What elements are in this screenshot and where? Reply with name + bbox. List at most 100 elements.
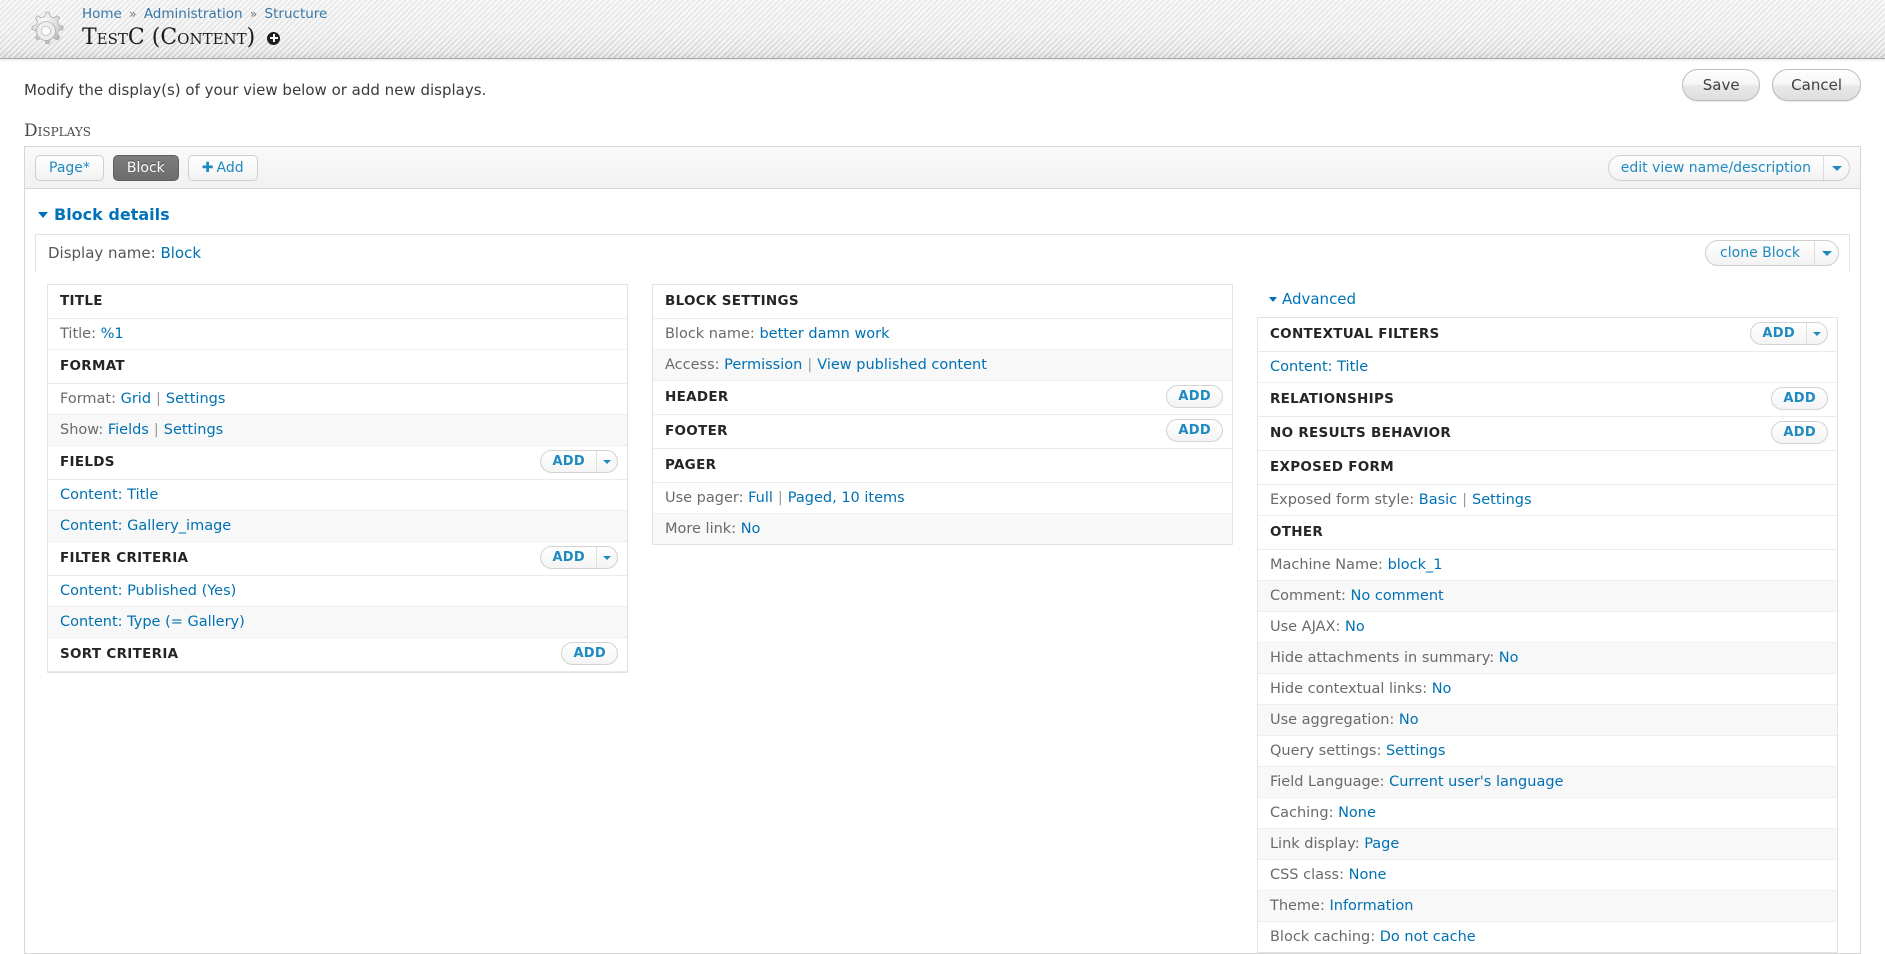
breadcrumb-item-structure[interactable]: Structure xyxy=(265,6,328,22)
display-tab-bar: Page* Block ✚ Add edit view name/descript… xyxy=(25,147,1860,189)
tab-page[interactable]: Page* xyxy=(35,154,104,181)
row-label: Query settings: xyxy=(1269,743,1386,759)
breadcrumb-item-home[interactable]: Home xyxy=(82,6,122,22)
row-link-paged-10-items[interactable]: Paged, 10 items xyxy=(788,490,905,506)
row-link-page[interactable]: Page xyxy=(1364,836,1399,852)
row-separator: | xyxy=(777,490,783,506)
row-link-better-damn-work[interactable]: better damn work xyxy=(759,326,889,342)
row-link-no[interactable]: No xyxy=(1432,681,1452,697)
bucket-row-block-settings: Block name: better damn work xyxy=(652,319,1232,350)
chevron-down-icon[interactable] xyxy=(1805,323,1827,344)
row-separator: | xyxy=(1462,492,1468,508)
row-link-no[interactable]: No xyxy=(1399,712,1419,728)
row-link-content-title[interactable]: Content: Title xyxy=(60,487,158,503)
bucket-heading-filter-criteria: FILTER CRITERIA Add xyxy=(48,542,627,576)
display-name-label: Display name: xyxy=(48,244,156,262)
chevron-down-icon[interactable] xyxy=(595,451,617,472)
add-button-sort-criteria[interactable]: Add xyxy=(561,642,618,665)
save-button[interactable]: Save xyxy=(1682,69,1761,101)
clone-display-button[interactable]: clone Block xyxy=(1705,240,1839,266)
bucket-heading-header: HEADER Add xyxy=(652,381,1232,415)
add-button-fields[interactable]: Add xyxy=(540,450,618,473)
bucket-row-filter-criteria: Content: Type (= Gallery) xyxy=(48,607,627,638)
row-link-settings[interactable]: Settings xyxy=(166,391,225,407)
page-header: Home » Administration » Structure TestC … xyxy=(0,0,1885,62)
gear-icon xyxy=(31,11,64,44)
row-link-content-type-gallery[interactable]: Content: Type (= Gallery) xyxy=(60,614,245,630)
row-link-1[interactable]: %1 xyxy=(101,326,124,342)
chevron-down-icon[interactable] xyxy=(1823,156,1849,180)
chevron-down-icon[interactable] xyxy=(1814,241,1838,265)
row-link-basic[interactable]: Basic xyxy=(1419,492,1457,508)
bucket-row-other: Comment: No comment xyxy=(1257,581,1837,612)
bucket-row-other: Link display: Page xyxy=(1257,829,1837,860)
display-name-value[interactable]: Block xyxy=(160,244,201,262)
plus-circle-icon[interactable] xyxy=(267,31,281,45)
row-link-permission[interactable]: Permission xyxy=(724,357,802,373)
row-link-full[interactable]: Full xyxy=(748,490,773,506)
add-button-no-results-behavior[interactable]: Add xyxy=(1771,421,1828,444)
add-button-footer[interactable]: Add xyxy=(1166,419,1223,442)
block-details-toggle[interactable]: Block details xyxy=(35,203,1850,234)
row-link-block-1[interactable]: block_1 xyxy=(1388,557,1443,573)
row-link-settings[interactable]: Settings xyxy=(1472,492,1531,508)
row-link-settings[interactable]: Settings xyxy=(1386,743,1445,759)
row-link-no[interactable]: No xyxy=(741,521,761,537)
add-button-label: Add xyxy=(1178,389,1211,404)
bucket-row-block-settings: Access: Permission | View published conten… xyxy=(652,350,1232,381)
breadcrumb-separator: » xyxy=(249,7,258,21)
row-link-no[interactable]: No xyxy=(1499,650,1519,666)
row-link-do-not-cache[interactable]: Do not cache xyxy=(1380,929,1476,945)
display-name-row: Display name: Block clone Block xyxy=(35,234,1850,272)
bucket-row-other: Query settings: Settings xyxy=(1257,736,1837,767)
tab-block[interactable]: Block xyxy=(112,154,179,181)
add-button-label: Add xyxy=(1178,423,1211,438)
add-button-filter-criteria[interactable]: Add xyxy=(540,546,618,569)
row-label: Machine Name: xyxy=(1269,557,1388,573)
advanced-label: Advanced xyxy=(1281,290,1357,308)
row-link-content-gallery-image[interactable]: Content: Gallery_image xyxy=(60,518,231,534)
page-title-text: TestC (Content) xyxy=(82,25,256,50)
row-link-none[interactable]: None xyxy=(1338,805,1376,821)
bucket-row-other: Use aggregation: No xyxy=(1257,705,1837,736)
bucket-row-exposed-form: Exposed form style: Basic | Settings xyxy=(1257,485,1837,516)
chevron-down-icon[interactable] xyxy=(595,547,617,568)
row-label: Access: xyxy=(664,357,725,373)
bucket-row-other: Caching: None xyxy=(1257,798,1837,829)
row-label: Title: xyxy=(60,326,101,342)
cancel-button[interactable]: Cancel xyxy=(1772,69,1861,101)
intro-row: Modify the display(s) of your view below… xyxy=(0,59,1885,121)
bucket-row-other: Field Language: Current user's language xyxy=(1257,767,1837,798)
bucket-row-format: Format: Grid | Settings xyxy=(48,384,627,415)
edit-view-name-description-button[interactable]: edit view name/description xyxy=(1607,155,1850,181)
plus-icon: ✚ xyxy=(201,159,214,176)
row-link-view-published-content[interactable]: View published content xyxy=(817,357,987,373)
bucket-row-other: Hide contextual links: No xyxy=(1257,674,1837,705)
bucket-heading-pager: PAGER xyxy=(652,449,1232,483)
panel-right: CONTEXTUAL FILTERS Add Content: Title RELAT… xyxy=(1256,317,1838,953)
add-button-contextual-filters[interactable]: Add xyxy=(1750,322,1828,345)
add-display-button[interactable]: ✚ Add xyxy=(187,154,258,181)
breadcrumb-item-administration[interactable]: Administration xyxy=(144,6,243,22)
row-link-no[interactable]: No xyxy=(1345,619,1365,635)
row-link-current-user-s-language[interactable]: Current user's language xyxy=(1389,774,1563,790)
advanced-toggle[interactable]: Advanced xyxy=(1257,284,1838,317)
row-link-no-comment[interactable]: No comment xyxy=(1351,588,1444,604)
bucket-row-other: Block caching: Do not cache xyxy=(1257,922,1837,952)
add-button-relationships[interactable]: Add xyxy=(1771,387,1828,410)
row-label: Block caching: xyxy=(1269,929,1380,945)
row-link-fields[interactable]: Fields xyxy=(108,422,149,438)
displays-section-label: Displays xyxy=(24,121,91,141)
row-label: Field Language: xyxy=(1269,774,1390,790)
row-link-settings[interactable]: Settings xyxy=(164,422,223,438)
row-link-none[interactable]: None xyxy=(1349,867,1387,883)
bucket-row-format: Show: Fields | Settings xyxy=(48,415,627,446)
column-middle: BLOCK SETTINGS Block name: better damn wo… xyxy=(640,284,1245,545)
row-link-content-title[interactable]: Content: Title xyxy=(1270,359,1368,375)
display-details-body: Block details Display name: Block clone … xyxy=(25,189,1860,953)
row-link-information[interactable]: Information xyxy=(1329,898,1413,914)
bucket-heading-relationships: RELATIONSHIPS Add xyxy=(1257,383,1837,417)
row-link-content-published-yes[interactable]: Content: Published (Yes) xyxy=(60,583,236,599)
row-link-grid[interactable]: Grid xyxy=(121,391,151,407)
add-button-header[interactable]: Add xyxy=(1166,385,1223,408)
